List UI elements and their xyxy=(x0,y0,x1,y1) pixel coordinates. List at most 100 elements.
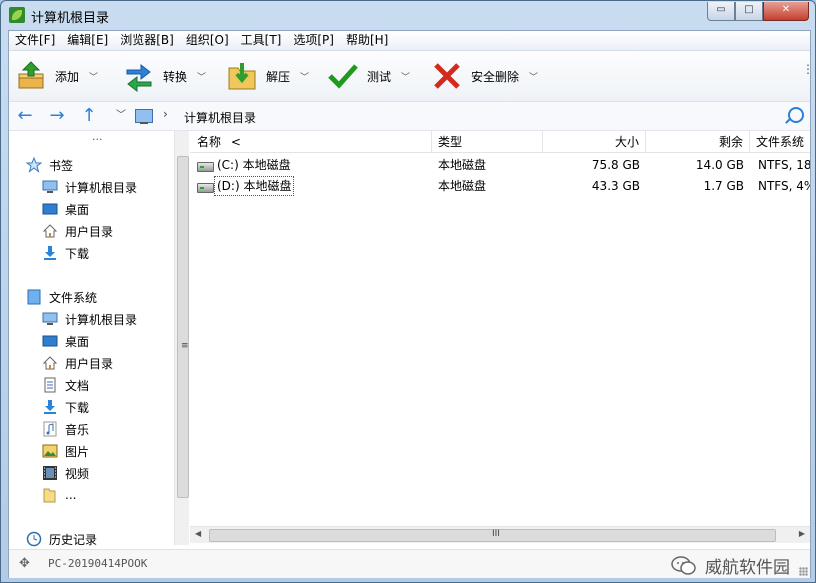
column-header-name[interactable]: 名称 < xyxy=(190,131,432,153)
scroll-right-icon[interactable]: ▶ xyxy=(799,529,805,538)
search-icon[interactable] xyxy=(788,107,804,123)
secure-delete-button[interactable]: 安全删除 ﹀ xyxy=(431,59,538,93)
navigation-pane-scrollbar[interactable]: ≡ xyxy=(174,131,189,545)
tree-item-label: 计算机根目录 xyxy=(65,180,138,195)
tree-item-label: 视频 xyxy=(65,466,90,481)
download-icon xyxy=(42,399,58,415)
window-title: 计算机根目录 xyxy=(31,11,110,26)
folder-icon xyxy=(42,487,58,503)
test-dropdown[interactable]: ﹀ xyxy=(401,70,410,83)
up-arrow-icon[interactable]: ↑ xyxy=(79,106,99,126)
tree-item-fs-downloads[interactable]: 下载 xyxy=(42,397,89,417)
watermark: 威航软件园 xyxy=(671,553,790,578)
filesystem-header[interactable]: 文件系统 xyxy=(26,287,97,307)
extract-button[interactable]: 解压 ﹀ xyxy=(226,59,309,93)
scroll-left-icon[interactable]: ◀ xyxy=(195,529,201,538)
tree-item-label: 用户目录 xyxy=(65,356,114,371)
tree-item-fs-more[interactable]: ... xyxy=(42,485,76,505)
tree-item-bookmark-home[interactable]: 用户目录 xyxy=(42,221,113,241)
tree-item-label: 桌面 xyxy=(65,334,90,349)
add-dropdown[interactable]: ﹀ xyxy=(89,70,98,83)
minimize-button[interactable]: ▭ xyxy=(707,2,735,21)
video-icon xyxy=(42,465,58,481)
cell-size: 43.3 GB xyxy=(591,179,640,193)
column-header-filesystem[interactable]: 文件系统 xyxy=(750,131,810,153)
desktop-icon xyxy=(42,333,58,349)
table-row[interactable]: (D:) 本地磁盘 本地磁盘 43.3 GB 1.7 GB NTFS, 4% xyxy=(190,176,810,197)
file-list: 名称 < 类型 大小 剩余 文件系统 (C:) 本地磁盘 本地磁盘 75.8 G… xyxy=(190,131,810,549)
tree-item-fs-desktop[interactable]: 桌面 xyxy=(42,331,89,351)
menu-options[interactable]: 选项[P] xyxy=(287,31,340,50)
star-icon xyxy=(25,156,43,173)
secure-delete-dropdown[interactable]: ﹀ xyxy=(529,70,538,83)
toolbar: 添加 ﹀ 转换 ﹀ 解压 ﹀ 测试 ﹀ 安全删除 ﹀ ⋮ xyxy=(9,51,814,102)
cell-type: 本地磁盘 xyxy=(438,158,487,172)
tree-item-label: 桌面 xyxy=(65,202,90,217)
document-icon xyxy=(42,377,58,393)
bookmarks-header[interactable]: 书签 xyxy=(25,155,73,175)
computer-icon[interactable] xyxy=(135,109,153,124)
tree-item-fs-root[interactable]: 计算机根目录 xyxy=(42,309,137,329)
column-header-size[interactable]: 大小 xyxy=(543,131,646,153)
convert-button[interactable]: 转换 ﹀ xyxy=(123,59,206,93)
hard-drive-icon xyxy=(197,162,214,172)
app-window: 计算机根目录 ▭ □ ✕ 文件[F] 编辑[E] 浏览器[B] 组织[O] 工具… xyxy=(0,0,816,583)
convert-label: 转换 xyxy=(163,69,188,84)
breadcrumb-separator[interactable]: › xyxy=(163,107,168,121)
scrollbar-thumb[interactable]: III xyxy=(209,529,776,542)
address-bar: ← → ↑ ﹀ › 计算机根目录 xyxy=(9,102,810,131)
download-icon xyxy=(42,245,58,261)
history-dropdown-icon[interactable]: ﹀ xyxy=(111,106,131,126)
cell-free: 1.7 GB xyxy=(703,179,744,193)
toolbar-overflow-icon[interactable]: ⋮ xyxy=(802,63,814,75)
forward-arrow-icon[interactable]: → xyxy=(47,106,67,126)
convert-arrows-icon xyxy=(123,60,155,93)
horizontal-scrollbar[interactable]: ◀ III ▶ xyxy=(190,526,810,543)
column-header-type[interactable]: 类型 xyxy=(432,131,543,153)
cell-filesystem: NTFS, 4% xyxy=(758,179,810,193)
title-bar[interactable]: 计算机根目录 ▭ □ ✕ xyxy=(1,1,815,29)
tree-item-label: 计算机根目录 xyxy=(65,312,138,327)
breadcrumb-current[interactable]: 计算机根目录 xyxy=(184,109,256,126)
desktop-icon xyxy=(42,201,58,217)
tree-item-fs-music[interactable]: 音乐 xyxy=(42,419,89,439)
menu-organize[interactable]: 组织[O] xyxy=(180,31,235,50)
add-label: 添加 xyxy=(55,69,80,84)
menu-file[interactable]: 文件[F] xyxy=(9,31,61,50)
tree-item-fs-videos[interactable]: 视频 xyxy=(42,463,89,483)
menu-help[interactable]: 帮助[H] xyxy=(340,31,394,50)
tree-item-fs-documents[interactable]: 文档 xyxy=(42,375,89,395)
tree-item-label: 音乐 xyxy=(65,422,90,437)
computer-icon xyxy=(42,179,58,195)
pane-options-icon[interactable]: ··· xyxy=(92,133,103,146)
close-button[interactable]: ✕ xyxy=(763,2,809,21)
tree-item-fs-pictures[interactable]: 图片 xyxy=(42,441,89,461)
secure-delete-label: 安全删除 xyxy=(471,69,520,84)
table-row[interactable]: (C:) 本地磁盘 本地磁盘 75.8 GB 14.0 GB NTFS, 18% xyxy=(190,155,810,176)
extract-dropdown[interactable]: ﹀ xyxy=(300,70,309,83)
test-label: 测试 xyxy=(367,69,392,84)
tree-item-bookmark-desktop[interactable]: 桌面 xyxy=(42,199,89,219)
column-header-free[interactable]: 剩余 xyxy=(646,131,750,153)
network-icon: ✥ xyxy=(19,556,30,571)
sort-indicator-icon: < xyxy=(230,135,241,149)
convert-dropdown[interactable]: ﹀ xyxy=(197,70,206,83)
menu-browser[interactable]: 浏览器[B] xyxy=(114,31,180,50)
history-label: 历史记录 xyxy=(49,532,98,547)
tree-item-bookmark-root[interactable]: 计算机根目录 xyxy=(42,177,137,197)
maximize-button[interactable]: □ xyxy=(735,2,763,21)
add-button[interactable]: 添加 ﹀ xyxy=(15,59,98,93)
tree-item-fs-home[interactable]: 用户目录 xyxy=(42,353,113,373)
back-arrow-icon[interactable]: ← xyxy=(15,106,35,126)
resize-grip[interactable] xyxy=(799,567,808,576)
tree-item-bookmark-downloads[interactable]: 下载 xyxy=(42,243,89,263)
extract-folder-icon xyxy=(226,60,258,92)
menu-tools[interactable]: 工具[T] xyxy=(235,31,288,50)
wechat-logo-icon xyxy=(671,555,697,576)
test-button[interactable]: 测试 ﹀ xyxy=(327,59,410,93)
menu-edit[interactable]: 编辑[E] xyxy=(61,31,114,50)
checkmark-icon xyxy=(327,60,359,92)
scrollbar-thumb[interactable]: ≡ xyxy=(177,156,189,498)
history-header[interactable]: 历史记录 xyxy=(26,529,97,549)
filesystem-label: 文件系统 xyxy=(49,290,98,305)
